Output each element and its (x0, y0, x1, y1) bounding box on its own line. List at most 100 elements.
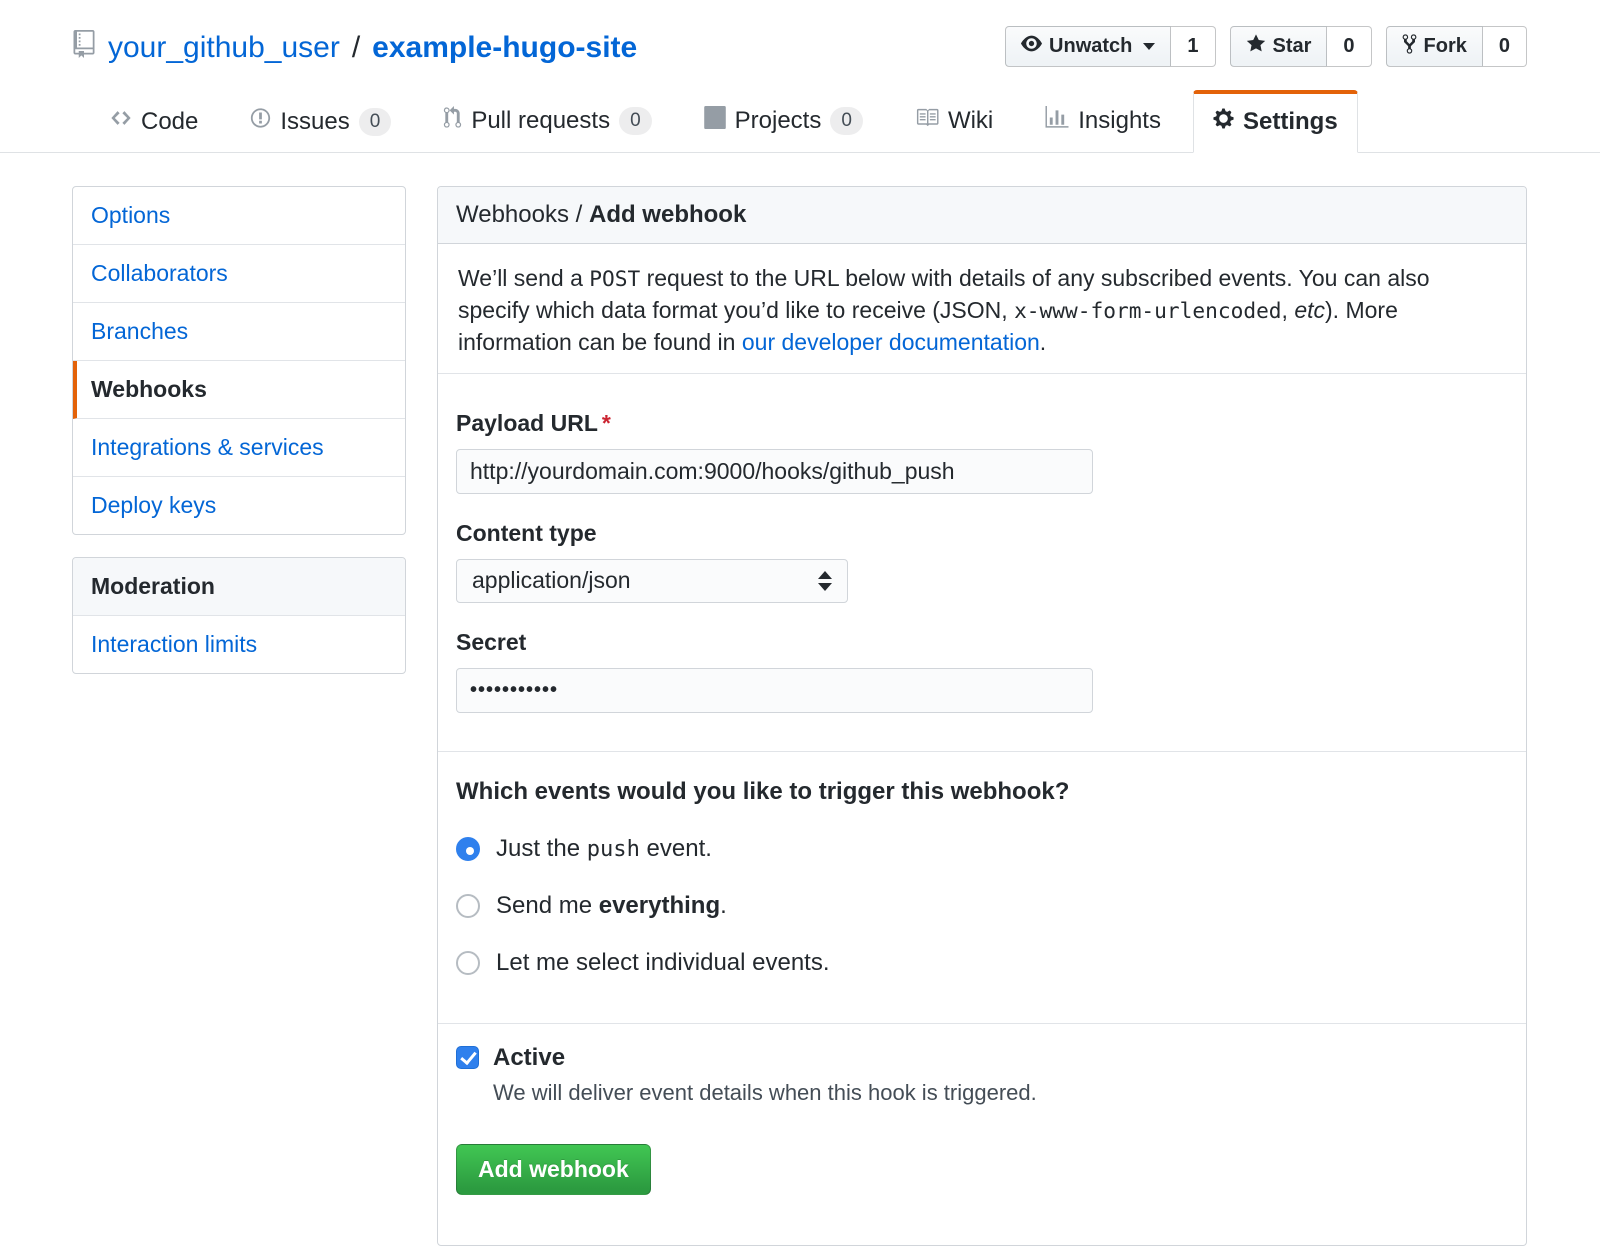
tab-pull-requests[interactable]: Pull requests 0 (423, 89, 671, 152)
sidebar-item-integrations[interactable]: Integrations & services (73, 419, 405, 477)
select-chevrons-icon (818, 571, 832, 591)
issues-count-badge: 0 (359, 108, 392, 136)
tab-wiki[interactable]: Wiki (895, 89, 1013, 152)
tab-label: Wiki (948, 107, 993, 135)
star-group: Star 0 (1230, 26, 1372, 67)
repo-owner-link[interactable]: your_github_user (108, 31, 340, 65)
fork-button[interactable]: Fork (1386, 26, 1483, 67)
repo-icon (72, 30, 96, 66)
webhook-form-fields: Payload URL* Content type application/js… (438, 374, 1526, 751)
tab-settings[interactable]: Settings (1193, 90, 1358, 153)
repo-title: your_github_user / example-hugo-site (72, 26, 637, 66)
book-icon (915, 106, 939, 136)
webhook-description: We’ll send a POST request to the URL bel… (438, 244, 1526, 373)
active-label: Active (493, 1044, 565, 1072)
active-checkbox-row[interactable]: Active (456, 1044, 1508, 1072)
moderation-header: Moderation (73, 558, 405, 616)
everything-bold-text: everything (599, 892, 720, 919)
radio-label: Let me select individual events. (496, 949, 830, 977)
unwatch-label: Unwatch (1049, 35, 1132, 58)
settings-content: Options Collaborators Branches Webhooks … (0, 153, 1600, 1246)
repo-name-link[interactable]: example-hugo-site (372, 31, 637, 65)
fork-label: Fork (1424, 35, 1467, 58)
etc-italic-text: etc (1294, 297, 1325, 323)
eye-icon (1021, 33, 1042, 60)
payload-url-label: Payload URL* (456, 410, 1508, 437)
watch-group: Unwatch 1 (1005, 26, 1215, 67)
project-icon (704, 106, 726, 136)
required-asterisk: * (602, 410, 611, 436)
sidebar-item-webhooks[interactable]: Webhooks (73, 361, 405, 419)
tab-projects[interactable]: Projects 0 (684, 89, 883, 152)
add-webhook-button[interactable]: Add webhook (456, 1144, 651, 1195)
content-type-value: application/json (472, 567, 631, 594)
radio-unselected-icon[interactable] (456, 894, 480, 918)
tab-label: Projects (735, 107, 822, 135)
secret-label: Secret (456, 629, 1508, 656)
events-question: Which events would you like to trigger t… (456, 778, 1508, 806)
description-text: We’ll send a (458, 265, 589, 291)
active-section: Active We will deliver event details whe… (438, 1024, 1526, 1245)
payload-url-input[interactable] (456, 449, 1093, 494)
star-icon (1246, 33, 1266, 60)
content-type-select[interactable]: application/json (456, 559, 848, 603)
tab-code[interactable]: Code (90, 90, 218, 152)
developer-documentation-link[interactable]: our developer documentation (742, 329, 1040, 355)
moderation-menu: Moderation Interaction limits (72, 557, 406, 674)
breadcrumb-separator: / (569, 201, 589, 228)
tab-label: Insights (1078, 107, 1161, 135)
tab-label: Code (141, 108, 198, 136)
git-pull-request-icon (443, 106, 462, 136)
radio-just-push-event[interactable]: Just the push event. (456, 835, 1508, 863)
sidebar-item-options[interactable]: Options (73, 187, 405, 245)
events-section: Which events would you like to trigger t… (438, 752, 1526, 1023)
sidebar-item-interaction-limits[interactable]: Interaction limits (73, 616, 405, 673)
repo-social-actions: Unwatch 1 Star 0 Fork 0 (1005, 26, 1527, 67)
radio-label: Just the push event. (496, 835, 712, 863)
active-description: We will deliver event details when this … (493, 1080, 1508, 1106)
checkbox-checked-icon[interactable] (456, 1046, 479, 1069)
issue-opened-icon (250, 107, 271, 136)
tab-insights[interactable]: Insights (1025, 89, 1181, 152)
breadcrumb-add-webhook: Add webhook (589, 201, 746, 228)
settings-menu: Options Collaborators Branches Webhooks … (72, 186, 406, 535)
radio-send-everything[interactable]: Send me everything. (456, 892, 1508, 920)
graph-icon (1045, 106, 1069, 136)
tab-label: Settings (1243, 108, 1338, 136)
post-code-text: POST (589, 266, 640, 291)
star-button[interactable]: Star (1230, 26, 1328, 67)
fork-group: Fork 0 (1386, 26, 1527, 67)
breadcrumb-webhooks: Webhooks (456, 201, 569, 228)
code-icon (110, 107, 132, 136)
radio-label: Send me everything. (496, 892, 727, 920)
content-type-label: Content type (456, 520, 1508, 547)
forks-count[interactable]: 0 (1483, 26, 1527, 67)
repo-separator: / (352, 31, 360, 65)
sidebar-item-deploy-keys[interactable]: Deploy keys (73, 477, 405, 534)
radio-selected-icon[interactable] (456, 837, 480, 861)
repo-tab-nav: Code Issues 0 Pull requests 0 Projects 0… (0, 89, 1600, 153)
repo-header: your_github_user / example-hugo-site Unw… (0, 0, 1600, 67)
repo-forked-icon (1402, 33, 1417, 61)
gear-icon (1213, 107, 1234, 137)
add-webhook-panel: Webhooks / Add webhook We’ll send a POST… (437, 186, 1527, 1246)
tab-issues[interactable]: Issues 0 (230, 90, 411, 152)
unwatch-button[interactable]: Unwatch (1005, 26, 1171, 67)
projects-count-badge: 0 (830, 107, 863, 135)
radio-unselected-icon[interactable] (456, 951, 480, 975)
pull-requests-count-badge: 0 (619, 107, 652, 135)
sidebar-item-collaborators[interactable]: Collaborators (73, 245, 405, 303)
stargazers-count[interactable]: 0 (1327, 26, 1371, 67)
radio-individual-events[interactable]: Let me select individual events. (456, 949, 1508, 977)
watchers-count[interactable]: 1 (1171, 26, 1215, 67)
chevron-down-icon (1143, 43, 1155, 50)
payload-url-label-text: Payload URL (456, 410, 598, 436)
description-text: , (1282, 297, 1295, 323)
sidebar-item-branches[interactable]: Branches (73, 303, 405, 361)
urlencoded-code-text: x-www-form-urlencoded (1014, 298, 1281, 323)
star-label: Star (1273, 35, 1312, 58)
push-code-text: push (587, 837, 640, 862)
tab-label: Pull requests (471, 107, 610, 135)
breadcrumb: Webhooks / Add webhook (438, 187, 1526, 244)
secret-input[interactable] (456, 668, 1093, 713)
